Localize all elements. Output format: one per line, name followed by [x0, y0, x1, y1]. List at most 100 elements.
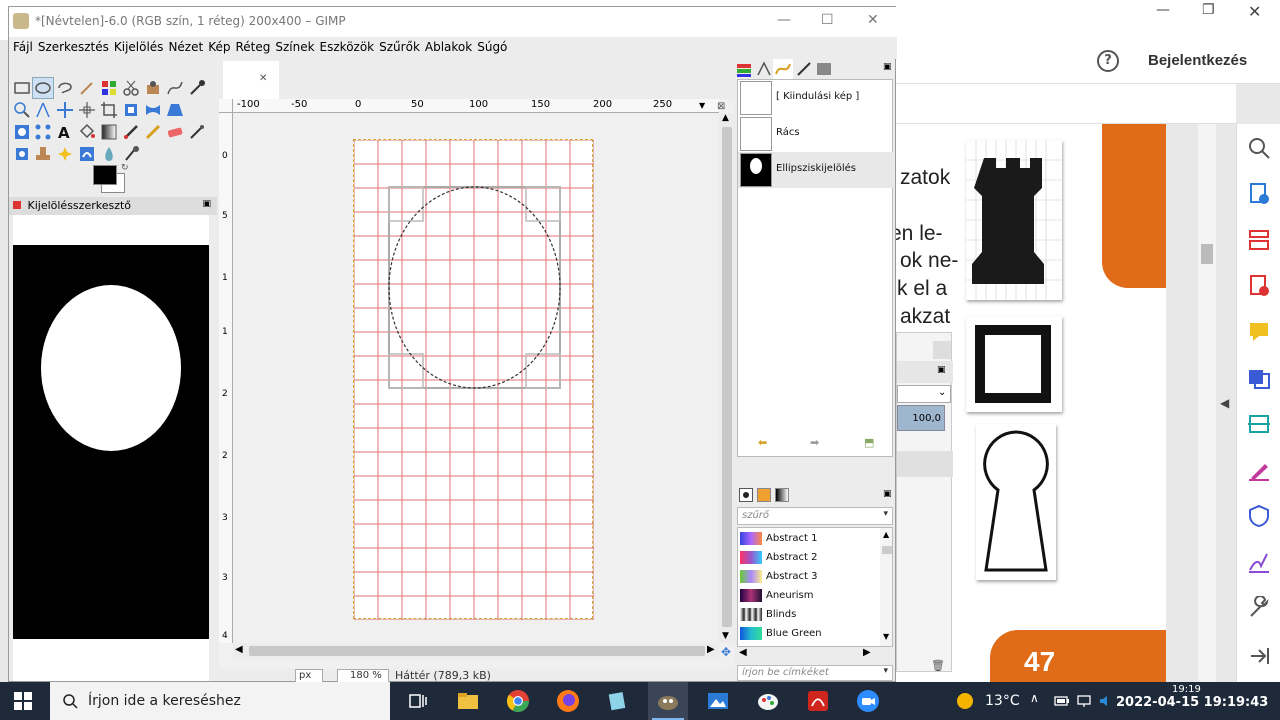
- dialog-dock-icon[interactable]: ▣: [937, 365, 946, 375]
- menu-layer[interactable]: Réteg: [235, 37, 275, 59]
- dodge-burn-icon[interactable]: [122, 145, 140, 163]
- gradient-tool-icon[interactable]: [100, 123, 118, 141]
- menu-view[interactable]: Nézet: [168, 37, 208, 59]
- paths-icon[interactable]: [166, 79, 184, 97]
- menu-file[interactable]: Fájl: [13, 37, 38, 59]
- clone-icon[interactable]: [13, 145, 31, 163]
- zoom-app-icon[interactable]: [856, 689, 880, 713]
- align-icon[interactable]: [78, 101, 96, 119]
- handle-transform-icon[interactable]: [34, 123, 52, 141]
- gradient-item[interactable]: Blue Green: [740, 625, 880, 643]
- scroll-right-icon[interactable]: ▶: [863, 647, 871, 658]
- horizontal-scroll-thumb[interactable]: [249, 646, 705, 656]
- canvas-vertical-scrollbar[interactable]: ▲ ▼: [719, 113, 735, 643]
- color-select-icon[interactable]: [100, 79, 118, 97]
- comment-icon[interactable]: [1247, 320, 1271, 344]
- menu-edit[interactable]: Szerkesztés: [38, 37, 114, 59]
- ruler-corner[interactable]: [219, 99, 233, 113]
- text-tool-icon[interactable]: A: [56, 123, 74, 141]
- rect-select-icon[interactable]: [13, 79, 31, 97]
- close-tab-icon[interactable]: ✕: [259, 73, 267, 84]
- scroll-left-icon[interactable]: ◀: [235, 644, 243, 655]
- layers-tab-icon[interactable]: [735, 60, 753, 78]
- eraser-icon[interactable]: [166, 123, 184, 141]
- scroll-right-icon[interactable]: ▶: [707, 644, 715, 655]
- menu-colors[interactable]: Színek: [275, 37, 319, 59]
- dialog-dropdown[interactable]: ⌄: [897, 385, 951, 403]
- zoom-toggle-icon[interactable]: ⊠: [717, 101, 725, 112]
- create-pdf-icon[interactable]: [1247, 274, 1271, 298]
- scroll-left-icon[interactable]: ◀: [739, 647, 747, 658]
- gradient-list-hscroll[interactable]: ◀ ▶: [737, 647, 893, 661]
- lasso-icon[interactable]: [56, 79, 74, 97]
- volume-icon[interactable]: [1098, 694, 1114, 708]
- zoom-tool-icon[interactable]: [13, 101, 31, 119]
- collapse-tools-icon[interactable]: [1247, 644, 1271, 668]
- menu-select[interactable]: Kijelölés: [114, 37, 169, 59]
- taskbar-search[interactable]: Írjon ide a kereséshez: [50, 682, 390, 720]
- scroll-up-icon[interactable]: ▲: [883, 530, 889, 539]
- fuzzy-select-icon[interactable]: [78, 79, 96, 97]
- export-pdf-icon[interactable]: [1247, 182, 1271, 206]
- move-icon[interactable]: [56, 101, 74, 119]
- stroke-path-icon[interactable]: ⬒: [864, 436, 874, 449]
- selection-to-path-icon[interactable]: ➡: [810, 436, 819, 449]
- opacity-field[interactable]: 100,0: [897, 405, 945, 431]
- battery-icon[interactable]: [1054, 694, 1070, 708]
- perspective-icon[interactable]: [166, 101, 184, 119]
- paintbrush-icon[interactable]: [122, 123, 140, 141]
- scroll-down-icon[interactable]: ▼: [722, 631, 729, 641]
- collapse-panel-icon[interactable]: ◀: [1220, 396, 1229, 410]
- gradient-item[interactable]: Abstract 2: [740, 549, 880, 567]
- warp-transform-icon[interactable]: [144, 101, 162, 119]
- gradient-list-scrollbar[interactable]: ▲ ▼: [880, 528, 892, 646]
- vertical-scroll-thumb[interactable]: [722, 127, 732, 627]
- path-to-selection-icon[interactable]: ⬅: [758, 436, 767, 449]
- layer-row[interactable]: [ Kiindulási kép ]: [738, 80, 894, 116]
- scroll-down-icon[interactable]: ▼: [883, 632, 889, 641]
- canvas-horizontal-scrollbar[interactable]: ◀ ▶: [233, 643, 719, 659]
- trash-icon[interactable]: 🗑: [931, 659, 945, 672]
- horizontal-ruler[interactable]: -100 -50 0 50 100 150 200 250 ▼: [233, 99, 719, 113]
- foreground-color-front[interactable]: [93, 165, 117, 185]
- paths-tab-active[interactable]: [773, 59, 793, 79]
- clock-time[interactable]: 19:19: [1172, 684, 1201, 695]
- organize-pages-icon[interactable]: [1247, 228, 1271, 252]
- combine-files-icon[interactable]: [1247, 366, 1271, 390]
- task-view-icon[interactable]: [406, 689, 430, 713]
- canvas-area[interactable]: -100 -50 0 50 100 150 200 250 ▼ 0 5 1 1 …: [219, 99, 735, 669]
- chrome-icon[interactable]: [506, 689, 530, 713]
- unified-transform-icon[interactable]: [122, 101, 140, 119]
- clock-datetime[interactable]: 2022-04-15 19:19:43: [1116, 695, 1268, 710]
- gradient-select-icon[interactable]: [775, 488, 789, 502]
- tray-expand-icon[interactable]: ∧: [1030, 691, 1039, 705]
- fill-sign-icon[interactable]: [1247, 458, 1271, 482]
- weather-sun-icon[interactable]: [955, 691, 975, 711]
- menu-windows[interactable]: Ablakok: [425, 37, 477, 59]
- gradients-tab-icon[interactable]: [815, 60, 833, 78]
- scan-icon[interactable]: [1247, 412, 1271, 436]
- weather-temperature[interactable]: 13°C: [985, 693, 1020, 709]
- notepad-app-icon[interactable]: [606, 689, 630, 713]
- gradient-item[interactable]: Blinds: [740, 606, 880, 624]
- swap-colors-icon[interactable]: ↻: [121, 163, 129, 173]
- dock-menu-icon[interactable]: ▣: [883, 62, 892, 72]
- panel-menu-icon[interactable]: ▣: [202, 199, 211, 209]
- pencil-icon[interactable]: [144, 123, 162, 141]
- gimp-taskbar-active[interactable]: [648, 682, 688, 720]
- stamp-icon[interactable]: [34, 145, 52, 163]
- unit-selector[interactable]: px: [295, 669, 323, 683]
- windows-start-icon[interactable]: [14, 692, 32, 710]
- image-tab[interactable]: ✕: [223, 61, 279, 99]
- help-icon[interactable]: ?: [1097, 50, 1119, 72]
- layer-row-selected[interactable]: Ellipsziskijelölés: [738, 152, 894, 188]
- paint-icon[interactable]: [756, 689, 780, 713]
- brush-select-icon[interactable]: [739, 488, 753, 502]
- file-explorer-icon[interactable]: [456, 689, 480, 713]
- firefox-icon[interactable]: [556, 689, 580, 713]
- scroll-thumb[interactable]: [882, 546, 892, 554]
- navigate-icon[interactable]: ✥: [721, 645, 731, 659]
- more-tools-icon[interactable]: [1247, 596, 1271, 620]
- login-button[interactable]: Bejelentkezés: [1148, 52, 1247, 69]
- heal-icon[interactable]: [56, 145, 74, 163]
